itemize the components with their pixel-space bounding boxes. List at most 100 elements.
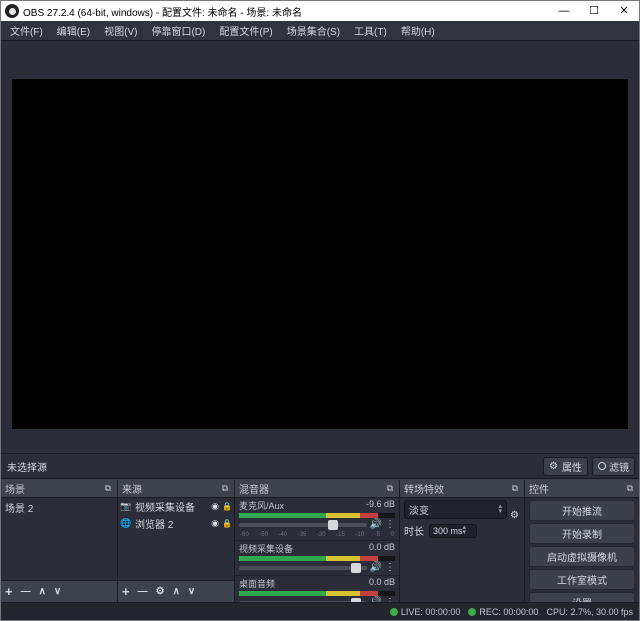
statusbar: LIVE: 00:00:00 REC: 00:00:00 CPU: 2.7%, … <box>1 602 639 620</box>
settings-button[interactable]: 设置 <box>529 592 635 602</box>
mixer-header[interactable]: 混音器 ⧉ <box>235 480 399 498</box>
scenes-header[interactable]: 场景 ⧉ <box>1 480 117 498</box>
add-scene-button[interactable]: + <box>5 585 13 598</box>
scenes-footer: + — ∧ ∨ <box>1 580 117 602</box>
vu-meter <box>239 556 395 561</box>
menu-profile[interactable]: 配置文件(P) <box>212 21 279 40</box>
remove-source-button[interactable]: — <box>138 587 148 597</box>
scene-up-button[interactable]: ∧ <box>39 587 46 597</box>
duration-value: 300 ms <box>433 526 463 536</box>
status-rec: REC: 00:00:00 <box>468 607 538 617</box>
duration-input[interactable]: 300 ms ▴▾ <box>429 524 477 538</box>
remove-scene-button[interactable]: — <box>21 587 31 597</box>
start-virtualcam-button[interactable]: 启动虚拟摄像机 <box>529 546 635 567</box>
transitions-dock: 转场特效 ⧉ 淡变 ▴▾ 时长 300 ms <box>400 480 525 602</box>
sources-header[interactable]: 来源 ⧉ <box>118 480 234 498</box>
transitions-header[interactable]: 转场特效 ⧉ <box>400 480 524 498</box>
vu-meter <box>239 591 395 596</box>
mixer-channel: 视频采集设备 0.0 dB 🔊⋮ <box>235 541 399 576</box>
mixer-channel: 麦克风/Aux-9.6 dB🔊⋮-60-50-40-35-30-15-10-50 <box>235 498 399 541</box>
menu-docks[interactable]: 停靠窗口(D) <box>144 21 212 40</box>
menu-scenecol[interactable]: 场景集合(S) <box>280 21 347 40</box>
volume-slider[interactable] <box>239 566 367 570</box>
properties-button[interactable]: 属性 <box>543 457 588 476</box>
filter-icon <box>598 462 606 470</box>
source-row[interactable]: 📷 视频采集设备 ◉ 🔒 <box>118 498 234 515</box>
menu-help[interactable]: 帮助(H) <box>394 21 442 40</box>
mixer-dock: 混音器 ⧉ 麦克风/Aux-9.6 dB🔊⋮-60-50-40-35-30-15… <box>235 480 400 602</box>
mixer-channel: 桌面音频0.0 dB🔊⋮ <box>235 576 399 602</box>
lock-toggle[interactable]: 🔒 <box>222 519 232 528</box>
popout-icon[interactable]: ⧉ <box>220 483 230 494</box>
popout-icon[interactable]: ⧉ <box>625 483 635 494</box>
preview-canvas[interactable] <box>12 79 628 429</box>
menu-tools[interactable]: 工具(T) <box>347 21 394 40</box>
channel-db: 0.0 dB <box>369 542 395 555</box>
filters-button[interactable]: 滤镜 <box>592 457 635 476</box>
menubar: 文件(F) 编辑(E) 视图(V) 停靠窗口(D) 配置文件(P) 场景集合(S… <box>1 21 639 41</box>
channel-menu-button[interactable]: ⋮ <box>385 562 395 573</box>
transition-selected: 淡变 <box>409 502 429 517</box>
channel-name: 麦克风/Aux <box>239 499 284 512</box>
channel-name: 视频采集设备 <box>239 542 293 555</box>
transition-settings-button[interactable] <box>510 505 520 515</box>
start-record-button[interactable]: 开始录制 <box>529 523 635 544</box>
chevron-updown-icon: ▴▾ <box>498 505 502 515</box>
volume-slider[interactable] <box>239 601 367 603</box>
source-props-button[interactable]: ⚙ <box>156 587 165 597</box>
channel-db: -9.6 dB <box>366 499 395 512</box>
app-logo-icon <box>5 4 19 18</box>
duration-label: 时长 <box>404 523 424 538</box>
channel-menu-button[interactable]: ⋮ <box>385 519 395 530</box>
menu-file[interactable]: 文件(F) <box>3 21 50 40</box>
filters-label: 滤镜 <box>609 459 629 474</box>
properties-label: 属性 <box>562 459 582 474</box>
speaker-icon[interactable]: 🔊 <box>370 519 382 530</box>
preview-area <box>1 41 639 453</box>
docks-container: 场景 ⧉ 场景 2 + — ∧ ∨ 来源 ⧉ 📷 <box>1 479 639 602</box>
sources-title: 来源 <box>122 481 142 496</box>
controls-header[interactable]: 控件 ⧉ <box>525 480 639 498</box>
window-title: OBS 27.2.4 (64-bit, windows) - 配置文件: 未命名… <box>23 4 549 19</box>
controls-title: 控件 <box>529 481 549 496</box>
start-stream-button[interactable]: 开始推流 <box>529 500 635 521</box>
menu-edit[interactable]: 编辑(E) <box>50 21 97 40</box>
channel-db: 0.0 dB <box>369 577 395 590</box>
live-dot-icon <box>390 608 398 616</box>
transitions-title: 转场特效 <box>404 481 444 496</box>
maximize-button[interactable]: ☐ <box>579 1 609 21</box>
source-down-button[interactable]: ∨ <box>188 587 195 597</box>
sources-dock: 来源 ⧉ 📷 视频采集设备 ◉ 🔒 🌐 浏览器 2 ◉ 🔒 <box>118 480 235 602</box>
minimize-button[interactable]: — <box>549 1 579 21</box>
popout-icon[interactable]: ⧉ <box>510 483 520 494</box>
speaker-icon[interactable]: 🔊 <box>370 562 382 573</box>
popout-icon[interactable]: ⧉ <box>385 483 395 494</box>
scene-down-button[interactable]: ∨ <box>54 587 61 597</box>
popout-icon[interactable]: ⧉ <box>103 483 113 494</box>
scene-item[interactable]: 场景 2 <box>1 498 117 517</box>
transition-select[interactable]: 淡变 ▴▾ <box>404 500 507 519</box>
add-source-button[interactable]: + <box>122 585 130 598</box>
globe-icon: 🌐 <box>120 518 132 529</box>
volume-slider[interactable] <box>239 523 367 527</box>
source-up-button[interactable]: ∧ <box>173 587 180 597</box>
visibility-toggle[interactable]: ◉ <box>211 501 219 512</box>
visibility-toggle[interactable]: ◉ <box>211 518 219 529</box>
vu-meter <box>239 513 395 518</box>
scenes-dock: 场景 ⧉ 场景 2 + — ∧ ∨ <box>1 480 118 602</box>
menu-view[interactable]: 视图(V) <box>97 21 144 40</box>
status-cpu: CPU: 2.7%, 30.00 fps <box>546 607 633 617</box>
source-row[interactable]: 🌐 浏览器 2 ◉ 🔒 <box>118 515 234 532</box>
lock-toggle[interactable]: 🔒 <box>222 502 232 511</box>
rec-dot-icon <box>468 608 476 616</box>
source-label: 视频采集设备 <box>135 499 208 514</box>
studio-mode-button[interactable]: 工作室模式 <box>529 569 635 590</box>
controls-dock: 控件 ⧉ 开始推流 开始录制 启动虚拟摄像机 工作室模式 设置 退出 <box>525 480 639 602</box>
camera-icon: 📷 <box>120 501 132 512</box>
window-titlebar: OBS 27.2.4 (64-bit, windows) - 配置文件: 未命名… <box>1 1 639 21</box>
sources-footer: + — ⚙ ∧ ∨ <box>118 580 234 602</box>
close-button[interactable]: ✕ <box>609 1 639 21</box>
stepper-icon[interactable]: ▴▾ <box>463 526 467 536</box>
context-toolbar: 未选择源 属性 滤镜 <box>1 453 639 479</box>
context-label: 未选择源 <box>1 459 543 474</box>
